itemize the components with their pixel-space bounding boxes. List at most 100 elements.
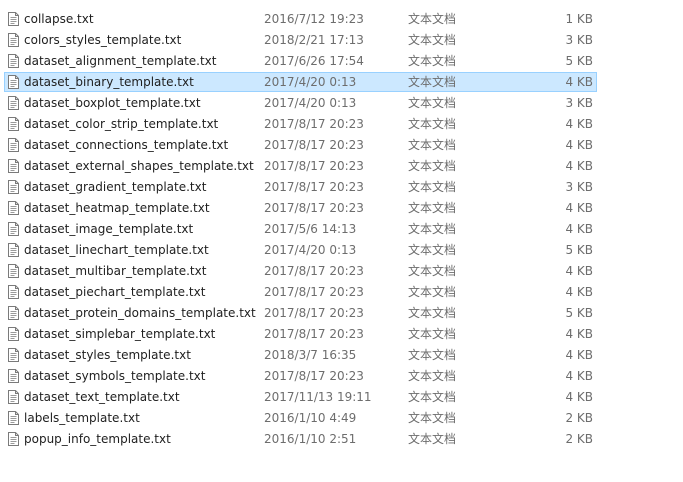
file-type: 文本文档 [408, 75, 457, 89]
file-type: 文本文档 [408, 180, 457, 194]
file-type: 文本文档 [408, 117, 457, 131]
file-type: 文本文档 [408, 285, 457, 299]
file-size: 3 KB [565, 33, 593, 47]
text-file-icon [8, 243, 19, 257]
file-row[interactable]: labels_template.txt 2016/1/10 4:49 文本文档 … [0, 408, 683, 429]
file-modified-date: 2017/8/17 20:23 [264, 306, 364, 320]
file-name: dataset_boxplot_template.txt [24, 96, 201, 110]
text-file-icon [8, 411, 19, 425]
file-size: 5 KB [565, 54, 593, 68]
file-size: 3 KB [565, 96, 593, 110]
file-type: 文本文档 [408, 12, 457, 26]
file-row[interactable]: dataset_symbols_template.txt 2017/8/17 2… [0, 366, 683, 387]
text-file-icon [8, 201, 19, 215]
file-modified-date: 2017/8/17 20:23 [264, 138, 364, 152]
file-name: collapse.txt [24, 12, 94, 26]
file-name: dataset_gradient_template.txt [24, 180, 207, 194]
file-modified-date: 2017/6/26 17:54 [264, 54, 364, 68]
file-modified-date: 2016/7/12 19:23 [264, 12, 364, 26]
file-size: 4 KB [565, 348, 593, 362]
file-row[interactable]: dataset_binary_template.txt 2017/4/20 0:… [0, 72, 683, 93]
file-name: dataset_connections_template.txt [24, 138, 229, 152]
text-file-icon [8, 138, 19, 152]
file-modified-date: 2017/8/17 20:23 [264, 327, 364, 341]
file-row[interactable]: dataset_simplebar_template.txt 2017/8/17… [0, 324, 683, 345]
file-modified-date: 2017/5/6 14:13 [264, 222, 357, 236]
file-row[interactable]: dataset_boxplot_template.txt 2017/4/20 0… [0, 93, 683, 114]
file-row[interactable]: dataset_piechart_template.txt 2017/8/17 … [0, 282, 683, 303]
file-size: 3 KB [565, 180, 593, 194]
file-name: dataset_color_strip_template.txt [24, 117, 219, 131]
file-type: 文本文档 [408, 243, 457, 257]
file-type: 文本文档 [408, 390, 457, 404]
file-size: 2 KB [565, 432, 593, 446]
file-name: dataset_linechart_template.txt [24, 243, 209, 257]
file-row[interactable]: dataset_linechart_template.txt 2017/4/20… [0, 240, 683, 261]
file-size: 1 KB [565, 12, 593, 26]
file-modified-date: 2016/1/10 4:49 [264, 411, 357, 425]
file-modified-date: 2017/8/17 20:23 [264, 159, 364, 173]
file-list: collapse.txt 2016/7/12 19:23 文本文档 1 KB c… [0, 9, 683, 450]
text-file-icon [8, 285, 19, 299]
file-name: dataset_alignment_template.txt [24, 54, 217, 68]
file-modified-date: 2017/4/20 0:13 [264, 75, 357, 89]
text-file-icon [8, 117, 19, 131]
text-file-icon [8, 264, 19, 278]
file-name: dataset_external_shapes_template.txt [24, 159, 254, 173]
text-file-icon [8, 327, 19, 341]
file-row[interactable]: collapse.txt 2016/7/12 19:23 文本文档 1 KB [0, 9, 683, 30]
text-file-icon [8, 432, 19, 446]
file-row[interactable]: popup_info_template.txt 2016/1/10 2:51 文… [0, 429, 683, 450]
file-type: 文本文档 [408, 159, 457, 173]
text-file-icon [8, 12, 19, 26]
file-modified-date: 2017/8/17 20:23 [264, 285, 364, 299]
file-type: 文本文档 [408, 348, 457, 362]
text-file-icon [8, 33, 19, 47]
file-modified-date: 2018/2/21 17:13 [264, 33, 364, 47]
file-name: dataset_protein_domains_template.txt [24, 306, 256, 320]
file-row[interactable]: dataset_protein_domains_template.txt 201… [0, 303, 683, 324]
file-row[interactable]: dataset_gradient_template.txt 2017/8/17 … [0, 177, 683, 198]
file-row[interactable]: dataset_heatmap_template.txt 2017/8/17 2… [0, 198, 683, 219]
file-modified-date: 2017/4/20 0:13 [264, 243, 357, 257]
file-size: 4 KB [565, 138, 593, 152]
file-size: 4 KB [565, 390, 593, 404]
file-size: 2 KB [565, 411, 593, 425]
text-file-icon [8, 222, 19, 236]
file-size: 4 KB [565, 201, 593, 215]
file-modified-date: 2017/8/17 20:23 [264, 264, 364, 278]
file-size: 5 KB [565, 243, 593, 257]
file-modified-date: 2017/4/20 0:13 [264, 96, 357, 110]
text-file-icon [8, 306, 19, 320]
file-row[interactable]: dataset_connections_template.txt 2017/8/… [0, 135, 683, 156]
file-type: 文本文档 [408, 327, 457, 341]
file-size: 4 KB [565, 327, 593, 341]
file-name: dataset_multibar_template.txt [24, 264, 207, 278]
text-file-icon [8, 54, 19, 68]
file-row[interactable]: dataset_multibar_template.txt 2017/8/17 … [0, 261, 683, 282]
file-type: 文本文档 [408, 222, 457, 236]
file-size: 5 KB [565, 306, 593, 320]
file-modified-date: 2017/8/17 20:23 [264, 180, 364, 194]
file-name: dataset_image_template.txt [24, 222, 194, 236]
text-file-icon [8, 390, 19, 404]
file-row[interactable]: colors_styles_template.txt 2018/2/21 17:… [0, 30, 683, 51]
file-size: 4 KB [565, 222, 593, 236]
file-modified-date: 2017/11/13 19:11 [264, 390, 372, 404]
file-row[interactable]: dataset_styles_template.txt 2018/3/7 16:… [0, 345, 683, 366]
file-row[interactable]: dataset_alignment_template.txt 2017/6/26… [0, 51, 683, 72]
file-modified-date: 2016/1/10 2:51 [264, 432, 357, 446]
text-file-icon [8, 159, 19, 173]
file-name: dataset_binary_template.txt [24, 75, 194, 89]
file-type: 文本文档 [408, 33, 457, 47]
file-size: 4 KB [565, 285, 593, 299]
file-name: colors_styles_template.txt [24, 33, 182, 47]
file-modified-date: 2017/8/17 20:23 [264, 117, 364, 131]
file-type: 文本文档 [408, 411, 457, 425]
file-row[interactable]: dataset_color_strip_template.txt 2017/8/… [0, 114, 683, 135]
file-type: 文本文档 [408, 432, 457, 446]
file-row[interactable]: dataset_image_template.txt 2017/5/6 14:1… [0, 219, 683, 240]
file-row[interactable]: dataset_external_shapes_template.txt 201… [0, 156, 683, 177]
file-type: 文本文档 [408, 54, 457, 68]
file-row[interactable]: dataset_text_template.txt 2017/11/13 19:… [0, 387, 683, 408]
